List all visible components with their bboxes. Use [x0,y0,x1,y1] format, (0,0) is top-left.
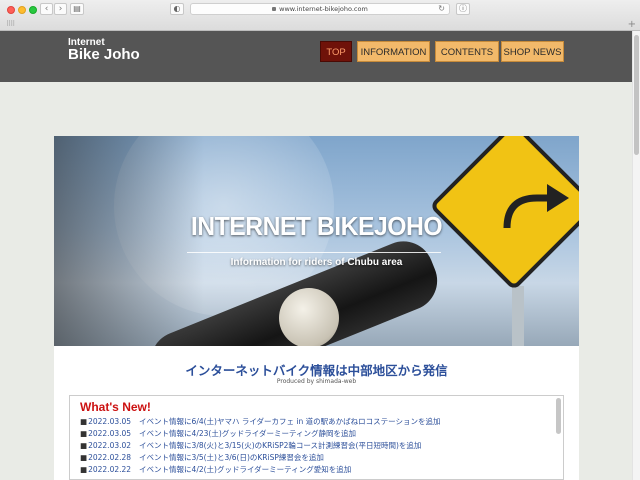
nav-contents[interactable]: CONTENTS [435,41,499,62]
page-scroll-thumb[interactable] [634,35,639,155]
news-item[interactable]: ■2022.03.05 イベント情報に6/4(土)ヤマハ ライダーカフェ in 道… [80,416,550,428]
news-item[interactable]: ■2022.03.05 イベント情報に4/23(土)グッドライダーミーティング静岡… [80,428,550,440]
hero-banner: INTERNET BIKEJOHO Information for riders… [54,136,579,346]
news-item[interactable]: ■2022.03.02 イベント情報に3/8(火)と3/15(火)のKRiSP2輪… [80,440,550,452]
news-item[interactable]: ■2022.02.22 イベント情報に4/2(土)グッドライダーミーティング愛知を… [80,464,550,476]
page-heading: インターネットバイク情報は中部地区から発信 [185,363,448,378]
news-text[interactable]: イベント情報に6/4(土)ヤマハ ライダーカフェ in 道の駅あかばねロコステー… [139,417,440,426]
nav-shop-news[interactable]: SHOP NEWS [501,41,564,62]
forward-icon[interactable]: › [54,3,67,15]
main-content: インターネットバイク情報は中部地区から発信 Produced by shimad… [54,346,579,480]
minimize-window-button[interactable] [18,6,26,14]
whats-new-box[interactable]: What's New! ■2022.03.05 イベント情報に6/4(土)ヤマハ … [69,395,564,480]
grid-icon[interactable]: ⠿⠿ [6,20,15,28]
news-bullet: ■ [80,453,88,462]
hero-subtitle: Information for riders of Chubu area [230,257,403,268]
hero-title: INTERNET BIKEJOHO [190,211,443,241]
news-text[interactable]: イベント情報に4/2(土)グッドライダーミーティング愛知を追加 [139,465,351,474]
new-tab-icon[interactable]: + [628,19,636,30]
news-bullet: ■ [80,429,88,438]
nav-top[interactable]: TOP [320,41,352,62]
sidebar-icon[interactable]: ▤ [70,3,84,15]
site-header: Internet Bike Joho TOP INFORMATION CONTE… [0,31,632,82]
news-bullet: ■ [80,441,88,450]
news-item[interactable]: ■2022.02.28 イベント情報に3/5(土)と3/6(日)のKRiSP練習会… [80,452,550,464]
info-icon[interactable]: ⓘ [456,3,470,15]
shield-icon[interactable]: ◐ [170,3,184,15]
news-date: 2022.03.05 [88,429,132,438]
news-text[interactable]: イベント情報に3/8(火)と3/15(火)のKRiSP2輪コース計測練習会(平日… [139,441,421,450]
whats-new-title: What's New! [80,400,151,414]
reload-icon[interactable]: ↻ [438,4,445,14]
news-date: 2022.02.22 [88,465,132,474]
news-date: 2022.03.05 [88,417,132,426]
logo-main-text[interactable]: Bike Joho [68,46,140,63]
back-icon[interactable]: ‹ [40,3,53,15]
address-bar[interactable]: www.internet-bikejoho.com ↻ [190,3,450,15]
zoom-window-button[interactable] [29,6,37,14]
news-text[interactable]: イベント情報に4/23(土)グッドライダーミーティング静岡を追加 [139,429,356,438]
news-text[interactable]: イベント情報に3/5(土)と3/6(日)のKRiSP練習会を追加 [139,453,324,462]
news-bullet: ■ [80,417,88,426]
nav-information[interactable]: INFORMATION [357,41,430,62]
produced-by: Produced by shimada-web [276,378,357,385]
lock-icon [272,7,277,11]
news-scrollbar[interactable] [556,398,561,434]
news-date: 2022.03.02 [88,441,132,450]
grip-end-cap [279,288,339,346]
page-scrollbar[interactable] [632,31,640,480]
url-text: www.internet-bikejoho.com [279,5,368,13]
close-window-button[interactable] [7,6,15,14]
news-list: ■2022.03.05 イベント情報に6/4(土)ヤマハ ライダーカフェ in 道… [80,416,550,476]
news-date: 2022.02.28 [88,453,132,462]
sign-post [512,286,524,346]
news-bullet: ■ [80,465,88,474]
browser-toolbar: ‹ › ▤ ◐ www.internet-bikejoho.com ↻ ⓘ ⠿⠿… [0,0,640,31]
hero-divider [187,252,441,253]
